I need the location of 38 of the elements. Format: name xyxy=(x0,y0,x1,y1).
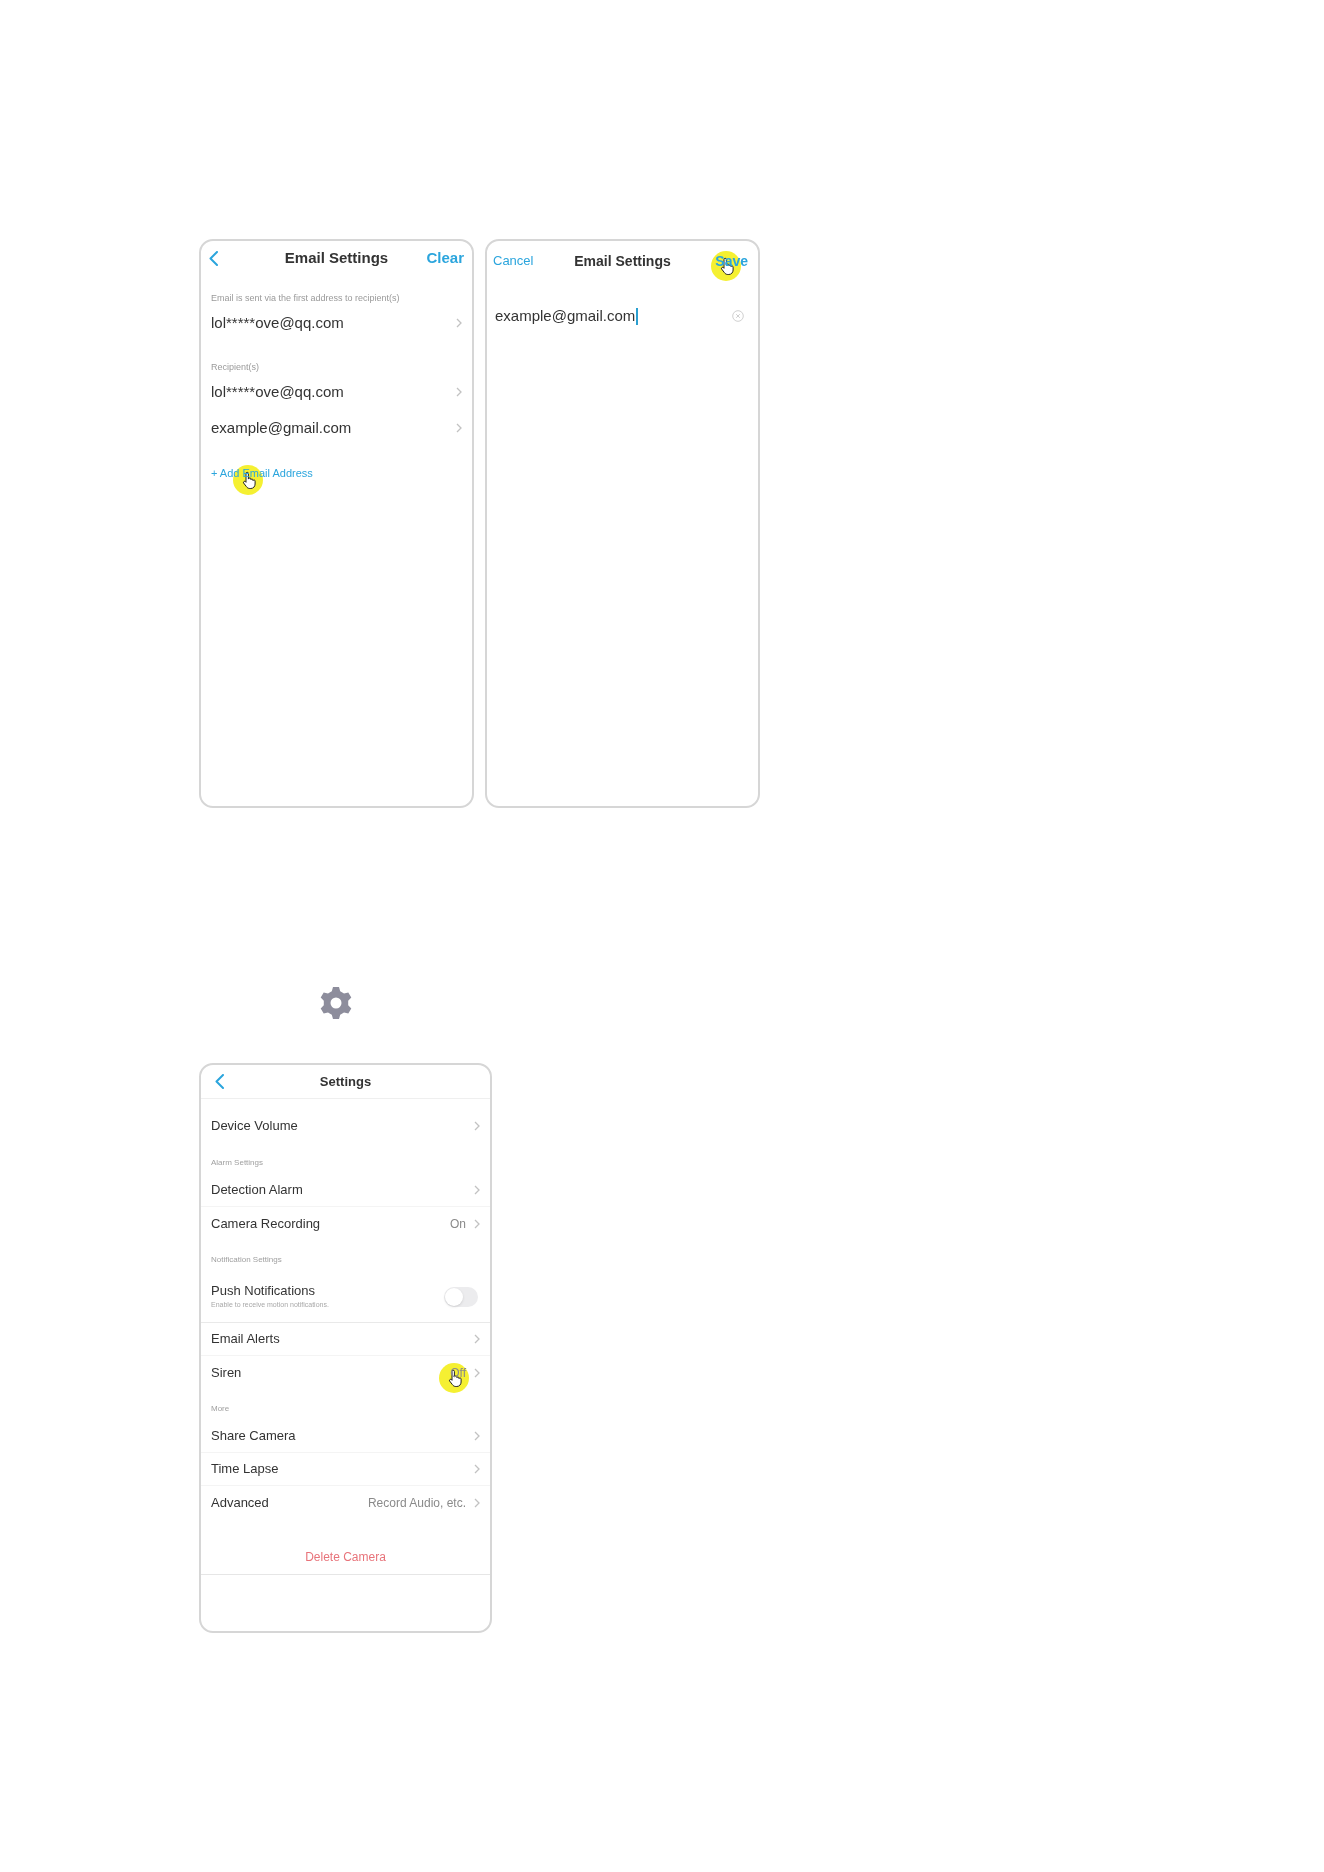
chevron-left-icon[interactable] xyxy=(215,1074,224,1089)
chevron-right-icon xyxy=(474,1121,480,1131)
chevron-right-icon xyxy=(474,1497,480,1508)
email-field[interactable]: example@gmail.com xyxy=(495,304,726,328)
settings-list-item[interactable]: Share Camera xyxy=(201,1419,490,1453)
screen-title: Email Settings xyxy=(284,247,389,268)
chevron-right-icon xyxy=(456,423,462,433)
toggle-switch[interactable] xyxy=(444,1287,478,1307)
section-label: Alarm Settings xyxy=(210,1157,265,1169)
screen-title: Email Settings xyxy=(574,251,671,271)
setting-value: On xyxy=(450,1215,466,1232)
chevron-right-icon xyxy=(474,1430,480,1441)
setting-value: Record Audio, etc. xyxy=(367,1494,466,1511)
chevron-right-icon xyxy=(474,1184,480,1195)
settings-list-item[interactable]: Detection Alarm xyxy=(201,1173,490,1207)
chevron-right-icon xyxy=(456,318,462,328)
section-label: Recipient(s) xyxy=(210,361,260,374)
email-list-item[interactable]: lol*****ove@qq.com xyxy=(201,305,472,341)
settings-list-item[interactable]: Email Alerts xyxy=(201,1323,490,1356)
setting-label: Push Notifications xyxy=(211,1283,317,1299)
settings-list-item[interactable]: Time Lapse xyxy=(201,1453,490,1486)
chevron-right-icon xyxy=(474,1334,480,1344)
settings-list-item[interactable]: Advanced Record Audio, etc. xyxy=(201,1486,490,1519)
clear-icon[interactable] xyxy=(732,310,744,322)
chevron-right-icon xyxy=(474,1464,480,1474)
chevron-left-icon[interactable] xyxy=(209,250,218,266)
settings-list-item[interactable]: Device Volume xyxy=(201,1109,490,1143)
chevron-right-icon xyxy=(456,387,462,397)
settings-list-item[interactable]: Camera Recording On xyxy=(201,1207,490,1240)
email-list-item[interactable]: example@gmail.com xyxy=(201,410,472,446)
chevron-right-icon xyxy=(474,1367,480,1378)
email-list-item[interactable]: lol*****ove@qq.com xyxy=(201,374,472,410)
screen-title: Settings xyxy=(319,1072,372,1091)
settings-icon xyxy=(320,986,352,1020)
section-label: Email is sent via the first address to recipient(s) xyxy=(210,292,401,305)
section-label: Notification Settings xyxy=(210,1254,283,1266)
chevron-right-icon xyxy=(474,1218,480,1229)
section-label: More xyxy=(210,1403,231,1415)
